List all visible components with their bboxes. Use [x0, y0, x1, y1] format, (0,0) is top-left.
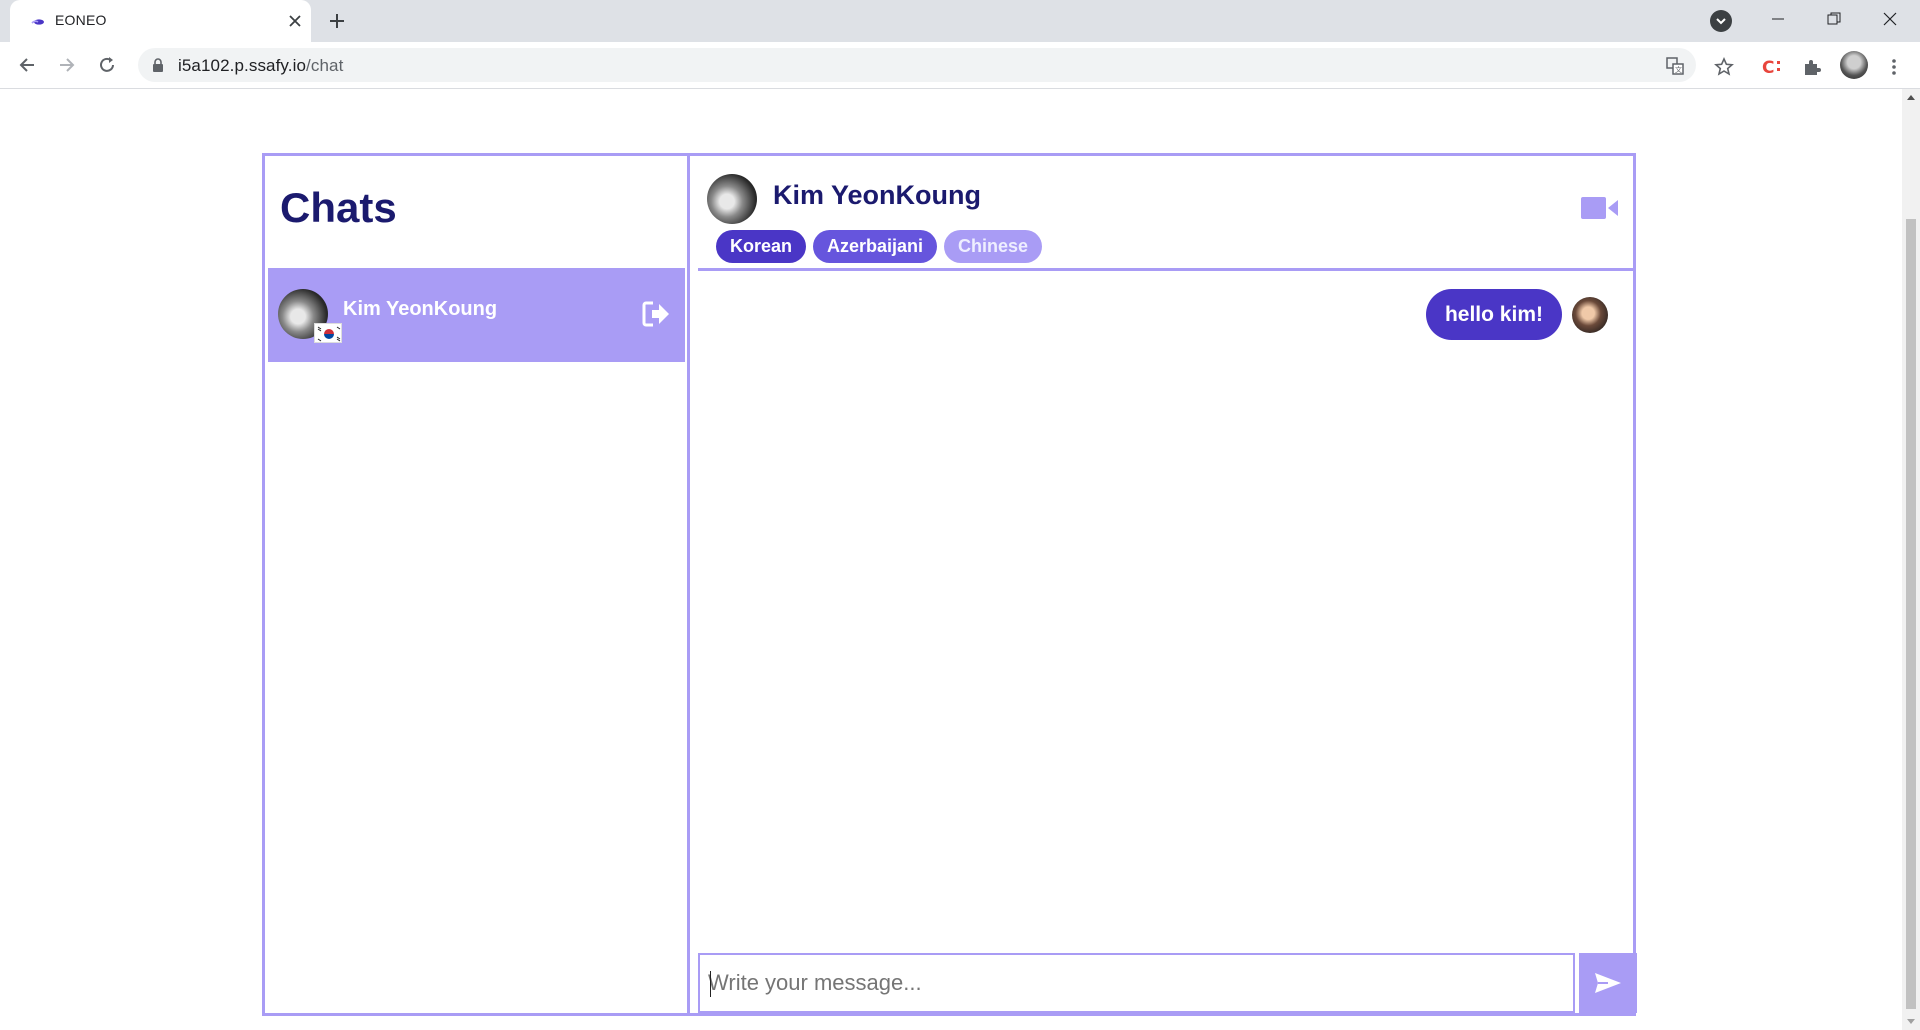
page-viewport: Chats Kim YeonKoung Kim YeonKoung Korean…	[0, 89, 1920, 1030]
chats-title: Chats	[280, 184, 397, 231]
message-bubble: hello kim!	[1425, 289, 1562, 340]
conversation-panel: Kim YeonKoung Korean Azerbaijani Chinese…	[693, 156, 1637, 1013]
address-bar[interactable]: i5a102.p.ssafy.io/chat 文	[138, 48, 1696, 82]
south-korea-flag-icon	[314, 323, 342, 343]
conversation-avatar	[707, 174, 757, 224]
browser-tabstrip: EONEO	[0, 0, 1920, 42]
svg-text:文: 文	[1675, 65, 1682, 74]
new-tab-icon[interactable]	[325, 9, 349, 33]
scroll-up-arrow-icon[interactable]	[1907, 95, 1915, 100]
more-menu-icon[interactable]	[1882, 55, 1906, 79]
my-avatar	[1572, 296, 1608, 333]
restore-icon[interactable]	[1806, 0, 1862, 38]
video-camera-icon[interactable]	[1581, 195, 1619, 221]
url-host: i5a102.p.ssafy.io	[178, 56, 307, 75]
minimize-icon[interactable]	[1750, 0, 1806, 38]
message-input[interactable]	[708, 955, 1568, 1011]
scroll-thumb[interactable]	[1906, 219, 1916, 1009]
language-chip-korean[interactable]: Korean	[716, 230, 807, 263]
chat-list-item[interactable]: Kim YeonKoung	[268, 268, 685, 362]
eoneo-logo-icon	[31, 19, 44, 25]
message-row: hello kim!	[1425, 289, 1608, 340]
back-arrow-icon[interactable]	[12, 50, 42, 80]
header-divider	[698, 268, 1633, 271]
paper-plane-icon	[1595, 973, 1621, 993]
extensions-puzzle-icon[interactable]	[1800, 55, 1824, 79]
sign-out-icon[interactable]	[640, 298, 672, 330]
browser-tab[interactable]: EONEO	[10, 0, 311, 42]
translate-icon[interactable]: 文	[1664, 55, 1686, 77]
url-text: i5a102.p.ssafy.io/chat	[178, 56, 343, 76]
url-path: /chat	[306, 56, 344, 75]
forward-arrow-icon[interactable]	[52, 50, 82, 80]
language-chip-chinese[interactable]: Chinese	[944, 230, 1043, 263]
chat-list-panel: Chats Kim YeonKoung	[265, 156, 690, 1013]
language-chip-azerbaijani[interactable]: Azerbaijani	[813, 230, 938, 263]
scroll-down-arrow-icon[interactable]	[1907, 1019, 1915, 1024]
page-scrollbar[interactable]	[1902, 89, 1920, 1030]
tab-search-icon[interactable]	[1710, 10, 1732, 32]
close-tab-icon[interactable]	[285, 11, 305, 31]
profile-avatar[interactable]	[1840, 51, 1868, 79]
reload-icon[interactable]	[92, 50, 122, 80]
svg-text:C: C	[1762, 58, 1774, 78]
extension-c-icon[interactable]: C	[1760, 55, 1784, 79]
chat-app: Chats Kim YeonKoung Kim YeonKoung Korean…	[262, 153, 1637, 1016]
close-window-icon[interactable]	[1862, 0, 1918, 38]
tab-title: EONEO	[55, 12, 107, 28]
chat-contact-name: Kim YeonKoung	[343, 298, 498, 320]
conversation-contact-name: Kim YeonKoung	[773, 180, 982, 210]
lock-icon	[153, 58, 163, 72]
text-caret	[710, 971, 711, 997]
language-chips: Korean Azerbaijani Chinese	[716, 230, 1043, 263]
send-button[interactable]	[1579, 953, 1637, 1013]
message-composer	[698, 953, 1575, 1013]
bookmark-star-icon[interactable]	[1712, 55, 1736, 79]
browser-toolbar: i5a102.p.ssafy.io/chat 文 C	[0, 42, 1920, 89]
